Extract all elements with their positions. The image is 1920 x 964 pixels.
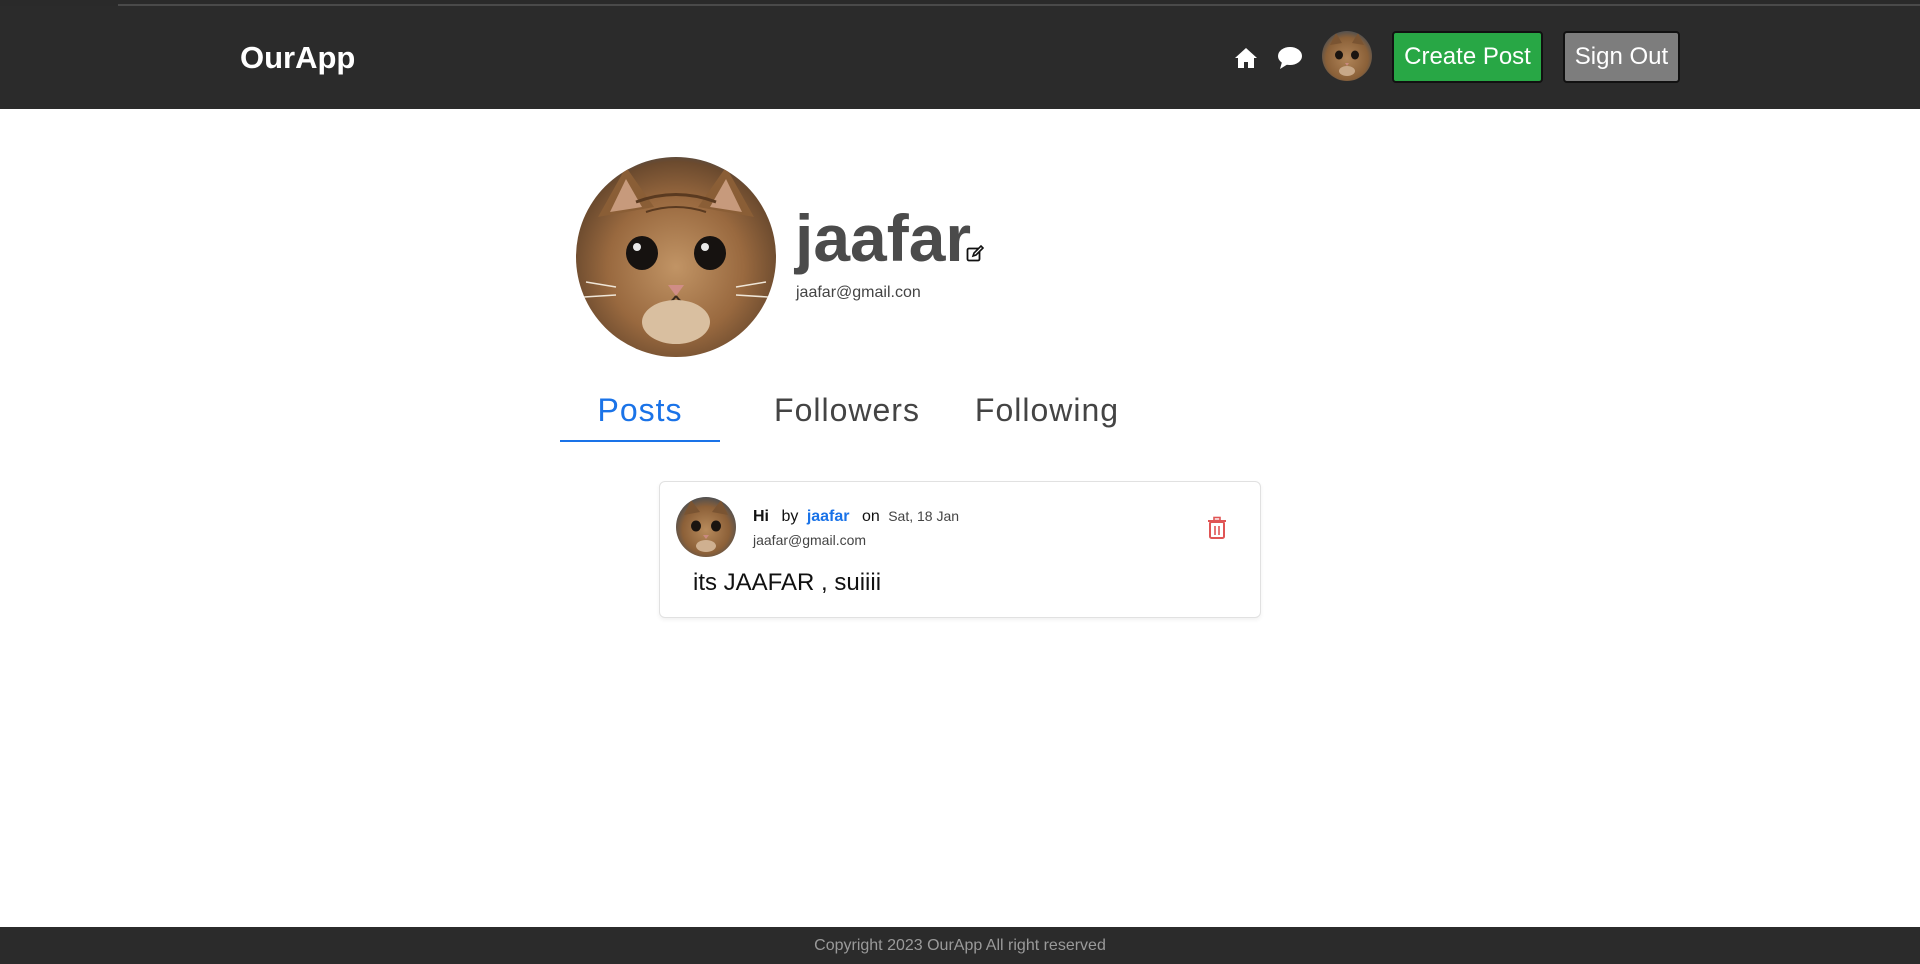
post-date: Sat, 18 Jan bbox=[888, 508, 960, 524]
profile-username: jaafar bbox=[795, 201, 972, 275]
user-avatar[interactable] bbox=[1322, 31, 1372, 81]
create-post-button[interactable]: Create Post bbox=[1392, 31, 1543, 83]
profile-email: jaafar@gmail.con bbox=[796, 284, 921, 301]
post-author-avatar bbox=[676, 497, 736, 557]
sign-out-button[interactable]: Sign Out bbox=[1563, 31, 1680, 83]
post-card: Hi by jaafar on Sat, 18 Jan jaafar@gmail… bbox=[659, 481, 1261, 618]
tab-posts[interactable]: Posts bbox=[560, 380, 720, 442]
post-body: its JAAFAR , suiiii bbox=[693, 569, 882, 596]
tab-following[interactable]: Following bbox=[958, 380, 1136, 440]
post-by-label: by bbox=[781, 508, 799, 525]
brand-logo[interactable]: OurApp bbox=[240, 40, 355, 76]
post-author-link[interactable]: jaafar bbox=[807, 508, 850, 525]
footer-copyright: Copyright 2023 OurApp All right reserved bbox=[814, 936, 1106, 954]
footer: Copyright 2023 OurApp All right reserved bbox=[0, 927, 1920, 964]
navbar: OurApp Create Post Sign Out bbox=[0, 6, 1920, 109]
chat-icon[interactable] bbox=[1276, 44, 1304, 72]
tab-followers[interactable]: Followers bbox=[758, 380, 936, 440]
post-on-label: on bbox=[861, 508, 880, 525]
home-icon[interactable] bbox=[1232, 44, 1260, 72]
post-title[interactable]: Hi bbox=[753, 508, 769, 525]
edit-icon[interactable] bbox=[966, 244, 985, 263]
post-author-email: jaafar@gmail.com bbox=[753, 532, 867, 548]
profile-avatar bbox=[576, 157, 776, 357]
trash-icon[interactable] bbox=[1206, 516, 1228, 540]
post-meta: Hi by jaafar on Sat, 18 Jan bbox=[753, 508, 959, 526]
